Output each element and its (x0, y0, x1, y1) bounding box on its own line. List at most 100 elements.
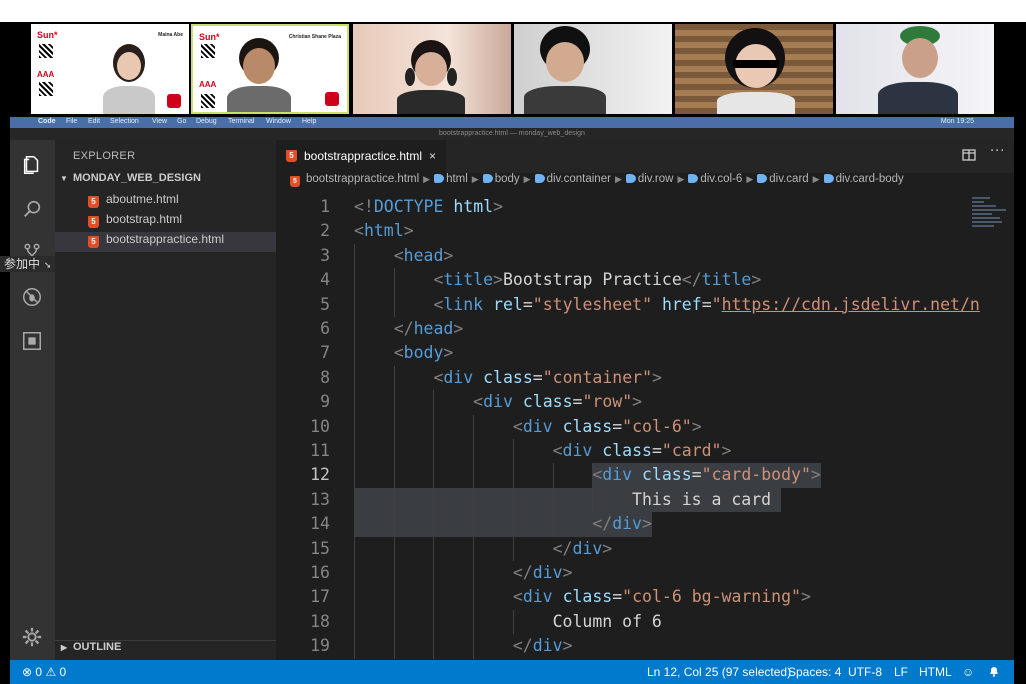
folder-monday-web-design[interactable]: ▼ MONDAY_WEB_DESIGN (55, 172, 276, 192)
code-line[interactable]: 16 </div> (276, 561, 976, 586)
element-icon (757, 174, 768, 183)
indent-guide (473, 463, 475, 488)
search-icon[interactable] (21, 198, 43, 220)
code-editor[interactable]: 1 <!DOCTYPE html> 2 <html> 3 <head> 4 <title>Bo… (276, 195, 1014, 660)
language-mode[interactable]: HTML (919, 660, 952, 684)
menu-help[interactable]: Help (302, 118, 316, 125)
indent-guide (552, 512, 554, 537)
debug-icon[interactable] (21, 286, 43, 308)
code-line[interactable]: 8 <div class="container"> (276, 365, 976, 391)
code-line[interactable]: 11 <div class="card"> (276, 439, 976, 464)
file-item-bootstrap[interactable]: 5 bootstrap.html (55, 212, 276, 232)
line-number: 3 (320, 245, 330, 265)
code-token-br: < (433, 294, 444, 314)
brand-badge-icon (167, 94, 181, 108)
breadcrumb-item-card-body[interactable]: div.card-body (836, 173, 904, 185)
code-text: <div class="row"> (473, 390, 642, 414)
code-line[interactable]: 9 <div class="row"> (276, 390, 976, 415)
menu-debug[interactable]: Debug (196, 118, 217, 125)
code-line[interactable]: 19 </div> (276, 634, 976, 659)
settings-gear-icon[interactable] (21, 626, 43, 648)
video-tile-presenter-2[interactable]: Sun* AAA Christian Shane Plaza (191, 24, 349, 114)
sidebar-title: EXPLORER (73, 150, 136, 162)
breadcrumb-item-file[interactable]: bootstrappractice.html (306, 173, 419, 185)
menu-terminal[interactable]: Terminal (228, 118, 254, 125)
chevron-right-icon: ▶ (746, 174, 754, 184)
indent-guide (473, 487, 475, 513)
tab-bootstrappractice[interactable]: 5 bootstrappractice.html × (276, 140, 446, 173)
indent-guide (512, 536, 514, 561)
code-token-txt: = (701, 294, 712, 314)
menu-app-code[interactable]: Code (38, 118, 56, 125)
extensions-icon[interactable] (21, 330, 43, 352)
minimap[interactable] (968, 195, 1014, 255)
notifications-bell-icon[interactable] (988, 660, 1000, 684)
chevron-down-icon: ▼ (60, 174, 68, 183)
feedback-smiley-icon[interactable]: ☺ (962, 660, 974, 684)
code-line[interactable]: 13 This is a card (276, 487, 976, 513)
explorer-icon[interactable] (21, 154, 43, 176)
code-line[interactable]: 18 Column of 6 (276, 609, 976, 635)
code-text: </div> (592, 512, 652, 536)
more-actions-icon[interactable]: ··· (990, 144, 1005, 159)
indentation-setting[interactable]: Spaces: 4 (788, 660, 841, 684)
editor-area: 5 bootstrappractice.html × ··· 5 bootstra… (276, 140, 1014, 660)
video-tile-participant-3[interactable] (353, 24, 511, 114)
code-line[interactable]: 15 </div> (276, 536, 976, 561)
menu-go[interactable]: Go (177, 118, 186, 125)
indent-guide (393, 292, 395, 317)
code-line[interactable]: 1 <!DOCTYPE html> (276, 195, 976, 219)
breadcrumb-item-col-6[interactable]: div.col-6 (700, 173, 742, 185)
split-editor-icon[interactable] (962, 148, 976, 166)
menu-file[interactable]: File (66, 118, 77, 125)
outline-section[interactable]: ▶ OUTLINE (55, 640, 276, 660)
chevron-right-icon: ▶ (60, 643, 68, 652)
file-item-aboutme[interactable]: 5 aboutme.html (55, 192, 276, 212)
menu-window[interactable]: Window (266, 118, 291, 125)
encoding-setting[interactable]: UTF-8 (848, 660, 882, 684)
tab-close-icon[interactable]: × (429, 140, 436, 173)
breadcrumb-item-row[interactable]: div.row (638, 173, 674, 185)
breadcrumb-item-body[interactable]: body (495, 173, 520, 185)
code-line[interactable]: 2 <html> (276, 219, 976, 243)
code-line[interactable]: 14 </div> (276, 512, 976, 537)
vscode-window: bootstrappractice.html — monday_web_desi… (0, 128, 1014, 684)
video-tile-participant-4[interactable] (514, 24, 672, 114)
code-line[interactable]: 17 <div class="col-6 bg-warning"> (276, 585, 976, 610)
problems-indicator[interactable]: ⊗ 0 ⚠ 0 (22, 660, 66, 684)
indent-guide (354, 292, 355, 317)
code-line[interactable]: 4 <title>Bootstrap Practice</title> (276, 268, 976, 293)
code-line[interactable]: 3 <head> (276, 243, 976, 269)
code-token-tag: title (443, 270, 494, 290)
cursor-position[interactable]: Ln 12, Col 25 (97 selected) (647, 660, 791, 684)
code-token-br: < (512, 416, 523, 436)
breadcrumb: 5 bootstrappractice.html ▶ html ▶ body ▶ div.co… (276, 173, 1014, 195)
menu-view[interactable]: View (152, 118, 167, 125)
code-token-br: < (433, 270, 444, 290)
code-token-br: > (443, 245, 454, 265)
video-tile-participant-5[interactable] (675, 24, 833, 114)
video-tile-presenter-1[interactable]: Sun* AAA Maina Abe (31, 24, 189, 114)
code-token-attr: class (602, 441, 652, 460)
video-tile-participant-6[interactable] (836, 24, 994, 114)
code-line[interactable]: 10 <div class="col-6"> (276, 414, 976, 439)
code-line[interactable]: 5 <link rel="stylesheet" href="https://cd… (276, 292, 980, 317)
slide-brand: Sun* (199, 32, 220, 42)
breadcrumb-item-html[interactable]: html (446, 173, 468, 185)
file-item-bootstrappractice[interactable]: 5 bootstrappractice.html (55, 232, 276, 252)
person-avatar (520, 26, 610, 114)
breadcrumb-item-container[interactable]: div.container (547, 173, 611, 185)
menubar-clock[interactable]: Mon 19:25 (941, 118, 974, 125)
file-name: aboutme.html (106, 192, 179, 206)
code-token-txt: = (612, 416, 623, 436)
breadcrumb-item-card[interactable]: div.card (769, 173, 808, 185)
menu-edit[interactable]: Edit (88, 118, 100, 125)
eol-setting[interactable]: LF (894, 660, 908, 684)
code-token-txt: = (532, 367, 543, 387)
code-line[interactable]: 7 <body> (276, 341, 976, 366)
menu-selection[interactable]: Selection (110, 118, 139, 125)
code-line[interactable]: 6 </head> (276, 317, 976, 342)
code-token-br: < (552, 441, 563, 460)
code-line[interactable]: 12 <div class="card-body"> (276, 463, 976, 488)
code-text: <div class="col-6"> (513, 415, 702, 439)
